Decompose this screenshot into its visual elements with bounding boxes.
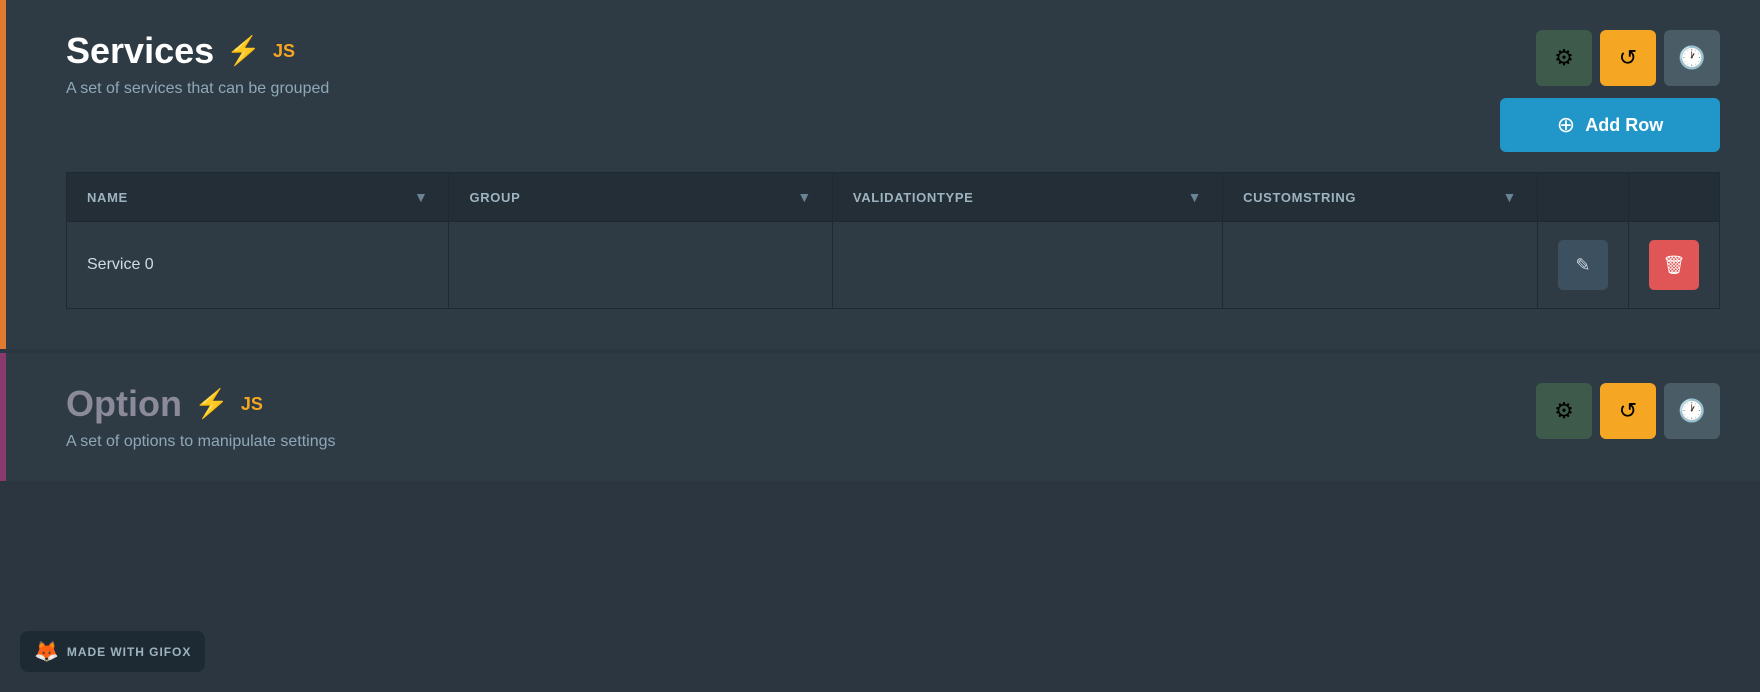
services-description: A set of services that can be grouped	[66, 80, 329, 98]
delete-row-button[interactable]: 🗑	[1649, 240, 1699, 290]
add-row-button[interactable]: ⊕ Add Row	[1500, 98, 1720, 152]
cell-group	[449, 222, 832, 309]
col-header-validationtype: VALIDATIONTYPE ▼	[832, 173, 1222, 222]
option-settings-icon: ⚙	[1554, 398, 1574, 424]
settings-icon: ⚙	[1554, 45, 1574, 71]
header-row: NAME ▼ GROUP ▼ VALIDATIONTYPE ▼	[67, 173, 1720, 222]
services-section: Services ⚡ JS A set of services that can…	[0, 0, 1760, 349]
plus-icon: ⊕	[1557, 112, 1575, 138]
filter-name-icon[interactable]: ▼	[414, 189, 429, 205]
cell-name: Service 0	[67, 222, 449, 309]
option-restore-icon: ↺	[1619, 398, 1637, 424]
history-icon: 🕐	[1678, 45, 1705, 71]
section-top: Services ⚡ JS A set of services that can…	[66, 30, 1720, 152]
option-description: A set of options to manipulate settings	[66, 433, 336, 451]
services-title: Services	[66, 30, 214, 72]
col-name-label: NAME	[87, 190, 128, 205]
settings-button[interactable]: ⚙	[1536, 30, 1592, 86]
page-container: Services ⚡ JS A set of services that can…	[0, 0, 1760, 481]
option-toolbar-buttons: ⚙ ↺ 🕐	[1536, 383, 1720, 439]
option-history-icon: 🕐	[1678, 398, 1705, 424]
toolbar-buttons: ⚙ ↺ 🕐	[1536, 30, 1720, 86]
filter-customstring-icon[interactable]: ▼	[1502, 189, 1517, 205]
col-header-edit	[1537, 173, 1628, 222]
js-badge: JS	[273, 41, 295, 62]
services-table: NAME ▼ GROUP ▼ VALIDATIONTYPE ▼	[66, 172, 1720, 309]
add-row-label: Add Row	[1585, 115, 1663, 136]
table-body: Service 0 ✎ 🗑	[67, 222, 1720, 309]
cell-customstring	[1223, 222, 1538, 309]
option-js-badge: JS	[241, 394, 263, 415]
fox-icon: 🦊	[34, 639, 59, 664]
table-row: Service 0 ✎ 🗑	[67, 222, 1720, 309]
table-header: NAME ▼ GROUP ▼ VALIDATIONTYPE ▼	[67, 173, 1720, 222]
watermark: 🦊 MADE WITH GIFOX	[20, 631, 205, 672]
section-title-row: Services ⚡ JS	[66, 30, 329, 72]
option-section: Option ⚡ JS A set of options to manipula…	[0, 353, 1760, 481]
filter-validation-icon[interactable]: ▼	[1188, 189, 1203, 205]
cell-validationtype	[832, 222, 1222, 309]
col-header-name: NAME ▼	[67, 173, 449, 222]
option-settings-button[interactable]: ⚙	[1536, 383, 1592, 439]
col-header-group: GROUP ▼	[449, 173, 832, 222]
option-lightning-icon: ⚡	[194, 390, 229, 418]
option-title: Option	[66, 383, 182, 425]
section-header-left: Services ⚡ JS A set of services that can…	[66, 30, 329, 98]
restore-button[interactable]: ↺	[1600, 30, 1656, 86]
option-restore-button[interactable]: ↺	[1600, 383, 1656, 439]
pencil-icon: ✎	[1575, 255, 1590, 276]
lightning-icon: ⚡	[226, 37, 261, 65]
cell-delete-action: 🗑	[1628, 222, 1719, 309]
option-title-row: Option ⚡ JS	[66, 383, 336, 425]
filter-group-icon[interactable]: ▼	[797, 189, 812, 205]
col-header-customstring: CUSTOMSTRING ▼	[1223, 173, 1538, 222]
col-group-label: GROUP	[469, 190, 520, 205]
restore-icon: ↺	[1619, 45, 1637, 71]
col-header-delete	[1628, 173, 1719, 222]
right-actions: ⚙ ↺ 🕐 ⊕ Add Row	[1500, 30, 1720, 152]
watermark-text: MADE WITH GIFOX	[67, 645, 191, 659]
edit-row-button[interactable]: ✎	[1558, 240, 1608, 290]
history-button[interactable]: 🕐	[1664, 30, 1720, 86]
trash-icon: 🗑	[1663, 255, 1686, 276]
col-customstring-label: CUSTOMSTRING	[1243, 190, 1356, 205]
col-validation-label: VALIDATIONTYPE	[853, 190, 974, 205]
option-history-button[interactable]: 🕐	[1664, 383, 1720, 439]
cell-edit-action: ✎	[1537, 222, 1628, 309]
